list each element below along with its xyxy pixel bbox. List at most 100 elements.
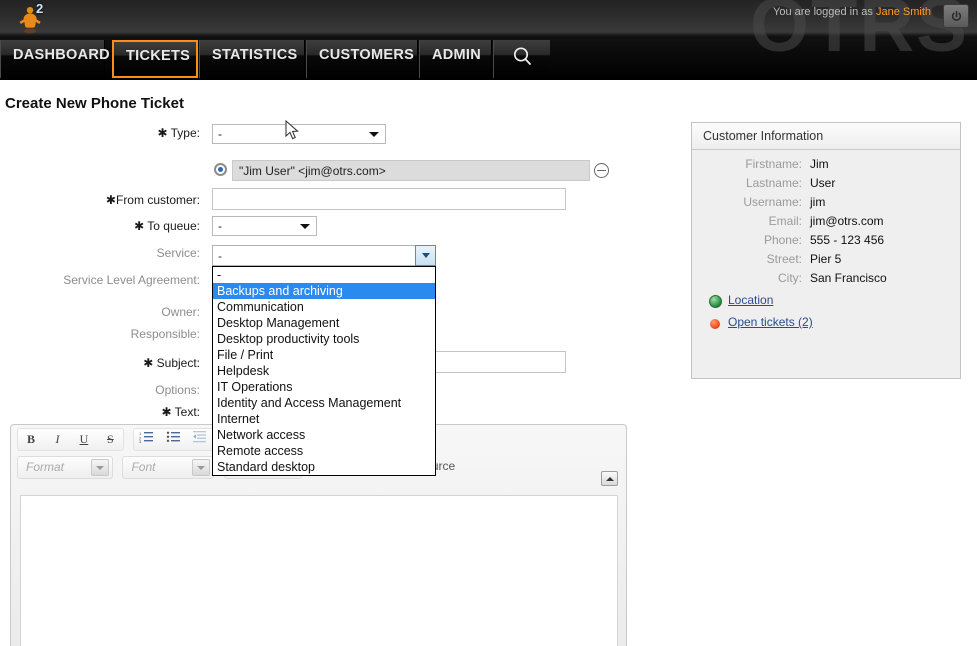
selected-customer-value: "Jim User" <jim@otrs.com> <box>239 164 386 178</box>
subject-input[interactable] <box>434 351 566 373</box>
nav-label: STATISTICS <box>212 47 297 63</box>
format-combo-label: Format <box>26 460 64 474</box>
font-combo[interactable]: Font <box>122 456 214 479</box>
red-dot-icon <box>710 319 720 329</box>
dropdown-option[interactable]: Desktop productivity tools <box>213 331 435 347</box>
field-key: Lastname: <box>692 176 802 190</box>
field-key: Street: <box>692 252 802 266</box>
dropdown-option[interactable]: Communication <box>213 299 435 315</box>
open-tickets-link[interactable]: Open tickets (2) <box>728 315 813 329</box>
location-link[interactable]: Location <box>728 293 773 307</box>
svg-text:3: 3 <box>139 439 142 443</box>
chevron-down-icon <box>91 459 109 476</box>
label-subject: ✱ Subject: <box>0 356 200 370</box>
dropdown-option[interactable]: Remote access <box>213 443 435 459</box>
required-star: ✱ <box>106 193 116 207</box>
nav-item-search[interactable] <box>493 40 550 78</box>
dropdown-option[interactable]: - <box>213 267 435 283</box>
service-dropdown-list[interactable]: - Backups and archiving Communication De… <box>212 266 436 476</box>
bulleted-list-icon[interactable] <box>162 429 184 450</box>
chevron-down-icon <box>300 224 310 229</box>
text-style-group: B I U S <box>17 428 124 451</box>
dropdown-option[interactable]: Standard desktop <box>213 459 435 475</box>
dropdown-option[interactable]: IT Operations <box>213 379 435 395</box>
minus-circle-icon[interactable] <box>594 163 609 178</box>
label-sla: Service Level Agreement: <box>0 273 200 287</box>
login-info: You are logged in as Jane Smith <box>773 6 931 18</box>
nav-item-customers[interactable]: CUSTOMERS <box>306 40 418 78</box>
service-select[interactable]: - <box>212 245 436 266</box>
to-queue-select-value: - <box>218 219 222 233</box>
globe-icon <box>709 295 722 308</box>
label-type: ✱ Type: <box>0 126 200 140</box>
customer-radio[interactable] <box>214 163 227 176</box>
label-service: Service: <box>0 246 200 260</box>
dropdown-option-selected[interactable]: Backups and archiving <box>213 283 435 299</box>
required-star: ✱ <box>161 405 171 419</box>
label-responsible: Responsible: <box>0 327 200 341</box>
dropdown-option[interactable]: Desktop Management <box>213 315 435 331</box>
label-options: Options: <box>0 383 200 397</box>
search-icon <box>511 45 533 67</box>
field-value: 555 - 123 456 <box>810 233 884 247</box>
outdent-icon[interactable] <box>189 429 211 450</box>
field-key: Firstname: <box>692 157 802 171</box>
chevron-down-icon <box>422 253 430 258</box>
required-star: ✱ <box>143 356 153 370</box>
dropdown-option[interactable]: Helpdesk <box>213 363 435 379</box>
mouse-pointer <box>285 120 301 142</box>
nav-item-statistics[interactable]: STATISTICS <box>199 40 305 78</box>
logged-in-username[interactable]: Jane Smith <box>876 6 931 18</box>
customer-field-row: Email: jim@otrs.com <box>692 214 960 233</box>
field-key: City: <box>692 271 802 285</box>
field-key: Email: <box>692 214 802 228</box>
customer-location-row: Location <box>692 293 960 315</box>
field-value: jim <box>810 195 825 209</box>
customer-field-row: City: San Francisco <box>692 271 960 290</box>
underline-icon[interactable]: U <box>73 429 95 450</box>
italic-icon[interactable]: I <box>46 429 68 450</box>
editor-body[interactable] <box>20 495 618 646</box>
font-combo-label: Font <box>131 460 155 474</box>
field-value: jim@otrs.com <box>810 214 884 228</box>
service-select-toggle[interactable] <box>415 245 436 266</box>
nav-item-admin[interactable]: ADMIN <box>419 40 492 78</box>
collapse-toolbar-icon[interactable] <box>601 471 618 486</box>
numbered-list-icon[interactable]: 123 <box>136 429 158 450</box>
format-combo[interactable]: Format <box>17 456 113 479</box>
label-from-customer: ✱From customer: <box>0 193 200 207</box>
field-value: Jim <box>810 157 829 171</box>
dropdown-option[interactable]: File / Print <box>213 347 435 363</box>
customer-field-row: Street: Pier 5 <box>692 252 960 271</box>
nav-item-dashboard[interactable]: DASHBOARD <box>0 40 105 78</box>
strikethrough-icon[interactable]: S <box>99 429 121 450</box>
main-navigation: DASHBOARD TICKETS STATISTICS CUSTOMERS A… <box>0 40 977 80</box>
customer-field-row: Phone: 555 - 123 456 <box>692 233 960 252</box>
nav-item-tickets[interactable]: TICKETS <box>112 40 198 78</box>
dropdown-option[interactable]: Network access <box>213 427 435 443</box>
from-customer-input[interactable] <box>212 188 566 210</box>
dropdown-option[interactable]: Identity and Access Management <box>213 395 435 411</box>
customer-field-row: Lastname: User <box>692 176 960 195</box>
customer-information-fields: Firstname: Jim Lastname: User Username: … <box>692 150 960 337</box>
customer-information-widget: Customer Information Firstname: Jim Last… <box>691 122 961 379</box>
dropdown-option[interactable]: Internet <box>213 411 435 427</box>
required-star: ✱ <box>157 126 167 140</box>
notification-count-badge[interactable]: 2 <box>36 1 43 16</box>
nav-label: DASHBOARD <box>13 47 110 63</box>
chevron-down-icon <box>369 132 379 137</box>
app-header: OTRS 2 You are logged in as Jane Smith D… <box>0 0 977 80</box>
field-value: Pier 5 <box>810 252 841 266</box>
field-value: San Francisco <box>810 271 887 285</box>
selected-customer-row[interactable]: "Jim User" <jim@otrs.com> <box>232 160 590 181</box>
bold-icon[interactable]: B <box>20 429 42 450</box>
to-queue-select[interactable]: - <box>212 216 317 236</box>
label-text: ✱ Text: <box>0 405 200 419</box>
type-select-value: - <box>218 127 222 141</box>
field-value: User <box>810 176 835 190</box>
customer-information-title: Customer Information <box>692 123 960 150</box>
label-to-queue: ✱ To queue: <box>0 219 200 233</box>
customer-open-tickets-row: Open tickets (2) <box>692 315 960 337</box>
required-star: ✱ <box>134 219 144 233</box>
logout-button[interactable] <box>943 4 969 28</box>
